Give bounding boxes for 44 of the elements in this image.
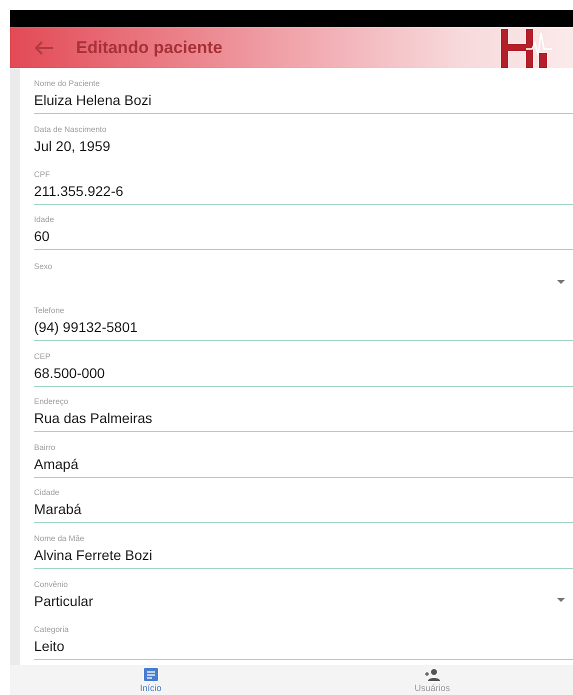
field-value: Leito xyxy=(34,638,64,654)
field-label: Nome da Mãe xyxy=(34,534,86,542)
dropdown-caret-icon xyxy=(557,598,565,602)
field-value: Jul 20, 1959 xyxy=(34,138,110,155)
document-icon xyxy=(142,668,159,680)
field-value: Marabá xyxy=(34,501,82,518)
field-label: CPF xyxy=(34,170,51,178)
field-label: Bairro xyxy=(34,442,56,452)
field-label: Endereço xyxy=(34,397,70,406)
field-label: Convênio xyxy=(34,580,69,589)
field-label: Cidade xyxy=(34,488,60,497)
field-value: Rua das Palmeiras xyxy=(34,410,152,427)
field-value: (94) 99132-5801 xyxy=(34,319,138,336)
field-label: Telefone xyxy=(34,306,66,315)
input-field[interactable]: Nome do Paciente Eluiza Helena Bozi xyxy=(34,68,573,114)
input-field[interactable]: Idade 60 xyxy=(34,204,573,250)
dropdown-field[interactable]: Convênio Particular xyxy=(34,568,573,614)
field-value: Eluiza Helena Bozi xyxy=(34,92,152,108)
input-field[interactable]: Cidade Marabá xyxy=(34,478,573,523)
add-user-icon xyxy=(424,668,440,680)
dropdown-caret-icon xyxy=(557,280,565,284)
nav-tab[interactable]: Início xyxy=(10,665,292,695)
field-label: CEP xyxy=(34,352,52,360)
app-bar-title: Editando paciente xyxy=(76,38,222,58)
field-value: Amapá xyxy=(34,456,78,472)
field-label: Data de Nascimento xyxy=(34,125,108,134)
field-label: Categoria xyxy=(34,624,70,634)
field-label: Sexo xyxy=(34,262,54,270)
input-field[interactable]: CEP 68.500-000 xyxy=(34,341,573,386)
field-label: Idade xyxy=(34,215,56,224)
field-value: Alvina Ferrete Bozi xyxy=(34,546,152,564)
input-field[interactable]: Telefone (94) 99132-5801 xyxy=(34,296,573,341)
field-value: 60 xyxy=(34,228,50,245)
field-value: 211.355.922-6 xyxy=(34,182,124,200)
field-value: Particular xyxy=(34,593,94,610)
field-label: Nome do Paciente xyxy=(34,78,101,88)
input-field[interactable]: Categoria Leito xyxy=(34,614,573,660)
input-field[interactable]: Nome da Mãe Alvina Ferrete Bozi xyxy=(34,523,573,568)
input-field[interactable]: Bairro Amapá xyxy=(34,432,573,478)
field-value: 68.500-000 xyxy=(34,364,105,382)
input-field[interactable]: Endereço Rua das Palmeiras xyxy=(34,386,573,432)
back-arrow-icon[interactable] xyxy=(34,40,54,54)
input-field[interactable]: CPF 211.355.922-6 xyxy=(34,159,573,204)
input-field[interactable]: Data de Nascimento Jul 20, 1959 xyxy=(34,114,573,159)
